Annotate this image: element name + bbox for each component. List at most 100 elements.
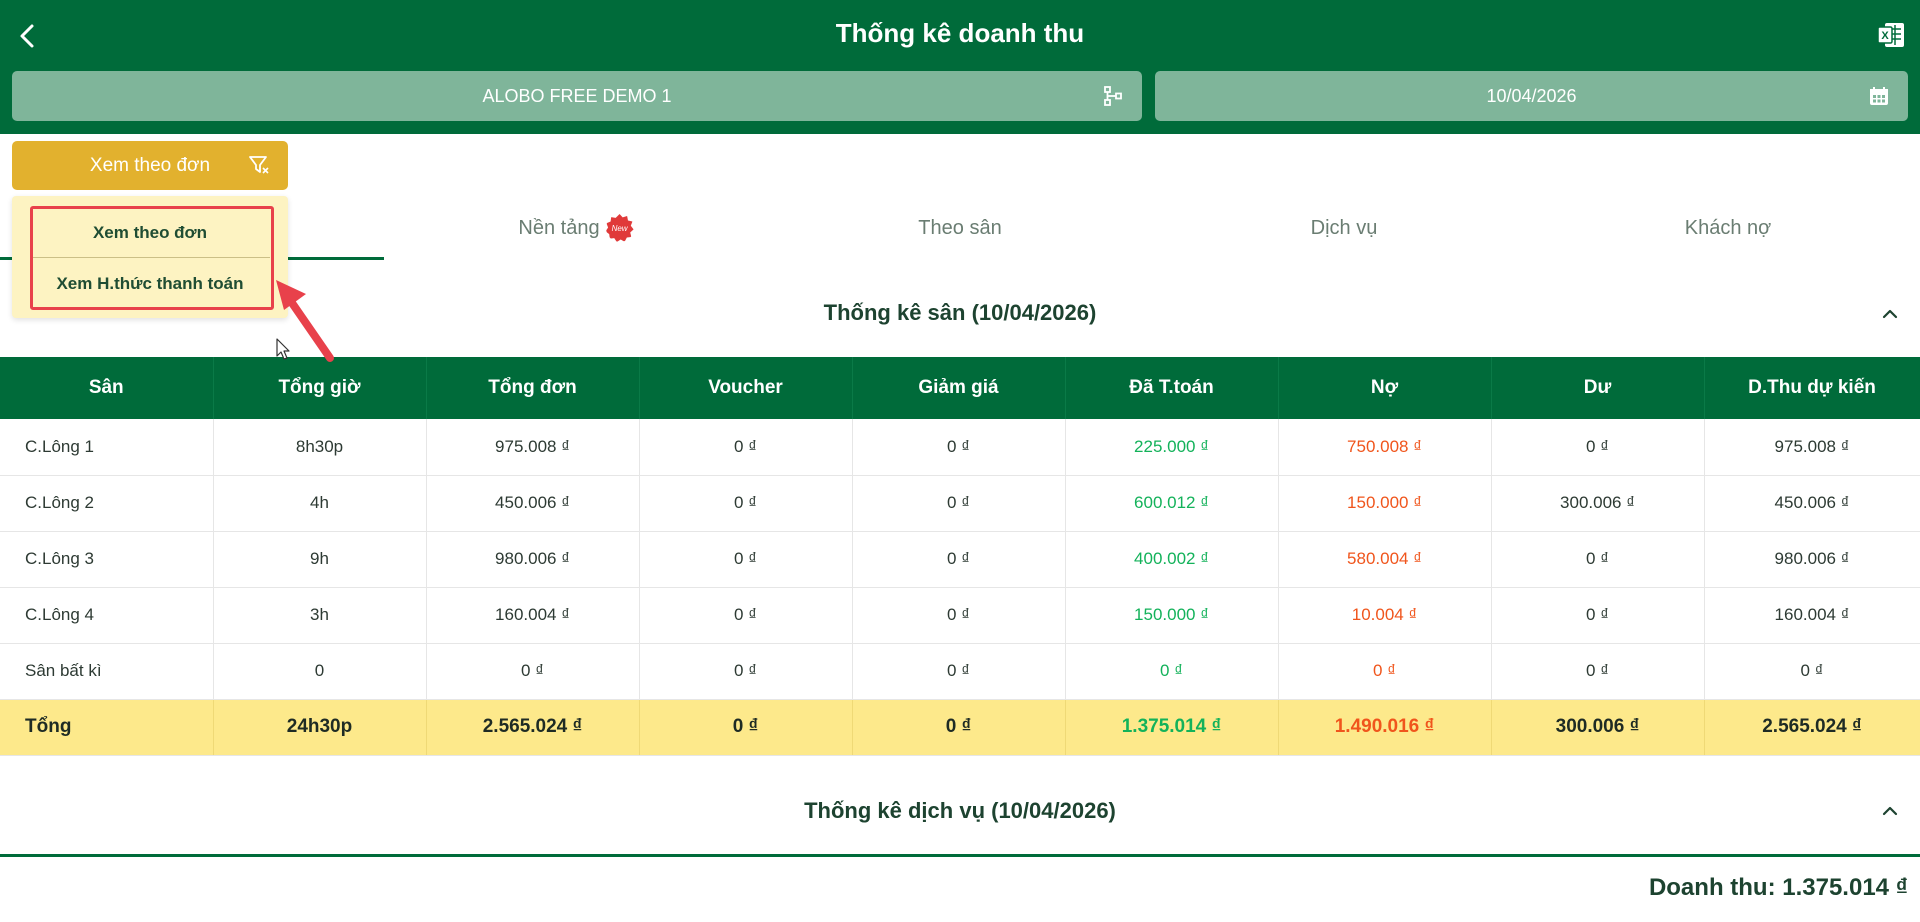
- table-cell: 0 ₫: [852, 419, 1066, 476]
- filter-icon: [249, 156, 269, 174]
- column-header: Tổng đơn: [426, 357, 640, 419]
- table-row[interactable]: Sân bất kì 0 0 ₫ 0 ₫ 0 ₫ 0 ₫ 0 ₫ 0 ₫ 0 ₫: [0, 643, 1920, 700]
- table-cell: 0 ₫: [1491, 587, 1705, 644]
- column-header: Giảm giá: [852, 357, 1066, 419]
- table-cell: 450.006 ₫: [426, 475, 640, 532]
- total-cell: 2.565.024 ₫: [426, 699, 640, 756]
- table-cell: 0 ₫: [639, 419, 853, 476]
- chevron-up-icon[interactable]: [1880, 304, 1900, 324]
- table-cell: 8h30p: [213, 419, 427, 476]
- table-cell: 150.000 ₫: [1278, 475, 1492, 532]
- column-header: Dư: [1491, 357, 1705, 419]
- venue-picker-label: ALOBO FREE DEMO 1: [482, 85, 672, 106]
- table-cell: 600.012 ₫: [1065, 475, 1279, 532]
- table-cell: 580.004 ₫: [1278, 531, 1492, 588]
- total-cell: Tổng: [0, 699, 214, 756]
- column-header: Voucher: [639, 357, 853, 419]
- table-row[interactable]: C.Lông 3 9h 980.006 ₫ 0 ₫ 0 ₫ 400.002 ₫ …: [0, 531, 1920, 588]
- view-mode-dropdown: Xem theo đơn Xem H.thức thanh toán: [12, 196, 288, 318]
- revenue-total: Doanh thu: 1.375.014 ₫: [1648, 874, 1908, 901]
- table-cell: 225.000 ₫: [1065, 419, 1279, 476]
- dropdown-option-by-order[interactable]: Xem theo đơn: [30, 208, 270, 258]
- table-cell: C.Lông 1: [0, 419, 214, 476]
- tab-label: Nền tảng: [518, 216, 600, 239]
- total-cell: 24h30p: [213, 699, 427, 756]
- date-picker[interactable]: 10/04/2026: [1155, 71, 1908, 121]
- table-row[interactable]: C.Lông 4 3h 160.004 ₫ 0 ₫ 0 ₫ 150.000 ₫ …: [0, 587, 1920, 644]
- table-cell: 160.004 ₫: [1704, 587, 1920, 644]
- table-cell: 0 ₫: [639, 643, 853, 700]
- total-cell: 2.565.024 ₫: [1704, 699, 1920, 756]
- table-cell: 0 ₫: [852, 475, 1066, 532]
- column-header: Sân: [0, 357, 214, 419]
- table-cell: 980.006 ₫: [1704, 531, 1920, 588]
- export-excel-button[interactable]: X: [1876, 20, 1906, 50]
- column-header: Đã T.toán: [1065, 357, 1279, 419]
- calendar-icon: [1870, 87, 1888, 105]
- total-row: Tổng 24h30p 2.565.024 ₫ 0 ₫ 0 ₫ 1.375.01…: [0, 699, 1920, 756]
- date-picker-label: 10/04/2026: [1486, 85, 1577, 106]
- court-stats-table: Sân Tổng giờ Tổng đơn Voucher Giảm giá Đ…: [0, 357, 1920, 756]
- table-cell: 0 ₫: [1704, 643, 1920, 700]
- table-cell: 4h: [213, 475, 427, 532]
- table-cell: 0: [213, 643, 427, 700]
- svg-text:X: X: [1881, 30, 1889, 42]
- table-cell: 0 ₫: [639, 531, 853, 588]
- mouse-cursor-icon: [276, 338, 290, 360]
- table-cell: 0 ₫: [852, 531, 1066, 588]
- table-cell: 0 ₫: [852, 587, 1066, 644]
- dropdown-option-by-payment-method[interactable]: Xem H.thức thanh toán: [12, 259, 288, 309]
- divider: [0, 854, 1920, 857]
- table-cell: 9h: [213, 531, 427, 588]
- new-badge: New: [605, 214, 634, 242]
- tab-platform[interactable]: Nền tảng New: [384, 195, 768, 261]
- table-cell: 980.006 ₫: [426, 531, 640, 588]
- tab-by-court[interactable]: Theo sân: [768, 195, 1152, 261]
- table-cell: 0 ₫: [426, 643, 640, 700]
- table-cell: 160.004 ₫: [426, 587, 640, 644]
- table-cell: Sân bất kì: [0, 643, 214, 700]
- total-cell: 0 ₫: [639, 699, 853, 756]
- table-cell: 3h: [213, 587, 427, 644]
- total-cell: 1.375.014 ₫: [1065, 699, 1279, 756]
- table-cell: C.Lông 2: [0, 475, 214, 532]
- table-cell: 400.002 ₫: [1065, 531, 1279, 588]
- total-cell: 0 ₫: [852, 699, 1066, 756]
- report-tabs: Nền tảng New Theo sân Dịch vụ Khách nợ: [0, 195, 1920, 261]
- page-title: Thống kê doanh thu: [835, 18, 1085, 48]
- table-cell: C.Lông 4: [0, 587, 214, 644]
- column-header: D.Thu dự kiến: [1704, 357, 1920, 419]
- view-mode-label: Xem theo đơn: [89, 154, 211, 176]
- table-cell: 0 ₫: [852, 643, 1066, 700]
- table-cell: 0 ₫: [1065, 643, 1279, 700]
- tab-debtors[interactable]: Khách nợ: [1536, 195, 1920, 261]
- table-cell: 975.008 ₫: [426, 419, 640, 476]
- table-cell: 0 ₫: [1491, 531, 1705, 588]
- total-cell: 1.490.016 ₫: [1278, 699, 1492, 756]
- table-cell: 150.000 ₫: [1065, 587, 1279, 644]
- table-cell: 0 ₫: [1491, 643, 1705, 700]
- table-row[interactable]: C.Lông 2 4h 450.006 ₫ 0 ₫ 0 ₫ 600.012 ₫ …: [0, 475, 1920, 532]
- venue-picker[interactable]: ALOBO FREE DEMO 1: [12, 71, 1142, 121]
- total-cell: 300.006 ₫: [1491, 699, 1705, 756]
- table-cell: 10.004 ₫: [1278, 587, 1492, 644]
- table-cell: 750.008 ₫: [1278, 419, 1492, 476]
- table-cell: 0 ₫: [1491, 419, 1705, 476]
- table-row[interactable]: C.Lông 1 8h30p 975.008 ₫ 0 ₫ 0 ₫ 225.000…: [0, 419, 1920, 476]
- table-cell: 450.006 ₫: [1704, 475, 1920, 532]
- tab-label: Khách nợ: [1684, 216, 1772, 239]
- table-cell: 0 ₫: [1278, 643, 1492, 700]
- view-mode-button[interactable]: Xem theo đơn: [12, 141, 288, 190]
- table-cell: 0 ₫: [639, 475, 853, 532]
- service-stats-title: Thống kê dịch vụ (10/04/2026): [804, 798, 1116, 823]
- tab-services[interactable]: Dịch vụ: [1152, 195, 1536, 261]
- excel-icon: X: [1877, 23, 1904, 47]
- app-header: Thống kê doanh thu X ALOBO FREE DEMO 1 1…: [0, 0, 1920, 134]
- tab-label: Dịch vụ: [1310, 216, 1378, 239]
- table-cell: C.Lông 3: [0, 531, 214, 588]
- tab-label: Theo sân: [918, 216, 1002, 239]
- chevron-up-icon[interactable]: [1880, 801, 1900, 821]
- table-cell: 0 ₫: [639, 587, 853, 644]
- branch-icon: [1104, 86, 1122, 106]
- column-header: Nợ: [1278, 357, 1492, 419]
